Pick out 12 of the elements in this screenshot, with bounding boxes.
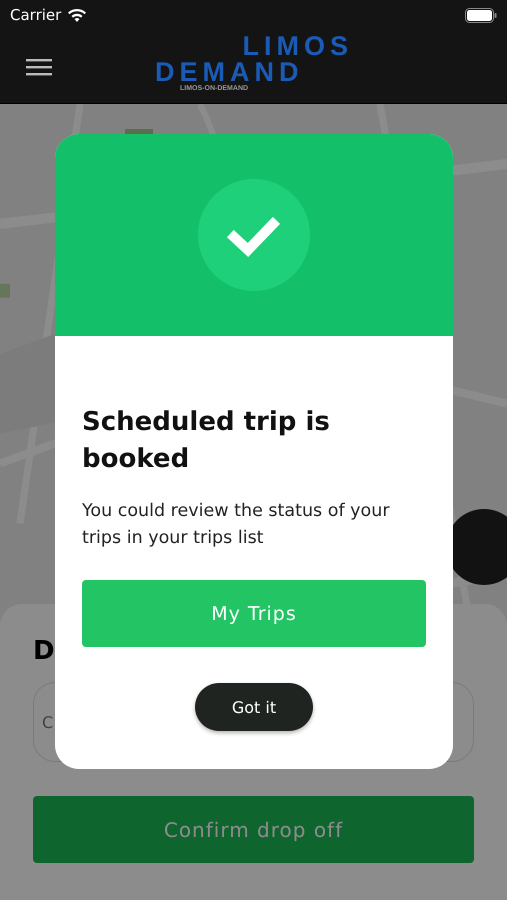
placeholder-text: C	[42, 712, 54, 732]
checkmark-icon	[198, 179, 310, 291]
battery-icon	[465, 8, 497, 22]
wifi-icon	[67, 8, 88, 22]
confirm-button[interactable]: Confirm drop off	[33, 796, 474, 863]
got-it-button[interactable]: Got it	[195, 683, 313, 731]
dialog-title: Scheduled trip is booked	[82, 406, 331, 476]
menu-icon[interactable]	[26, 56, 52, 76]
sheet-heading: D	[33, 636, 55, 666]
dialog-message: You could review the status of your trips in your trips list	[82, 500, 391, 550]
my-trips-button[interactable]: My Trips	[82, 580, 426, 647]
carrier-name: Carrier	[10, 6, 62, 24]
